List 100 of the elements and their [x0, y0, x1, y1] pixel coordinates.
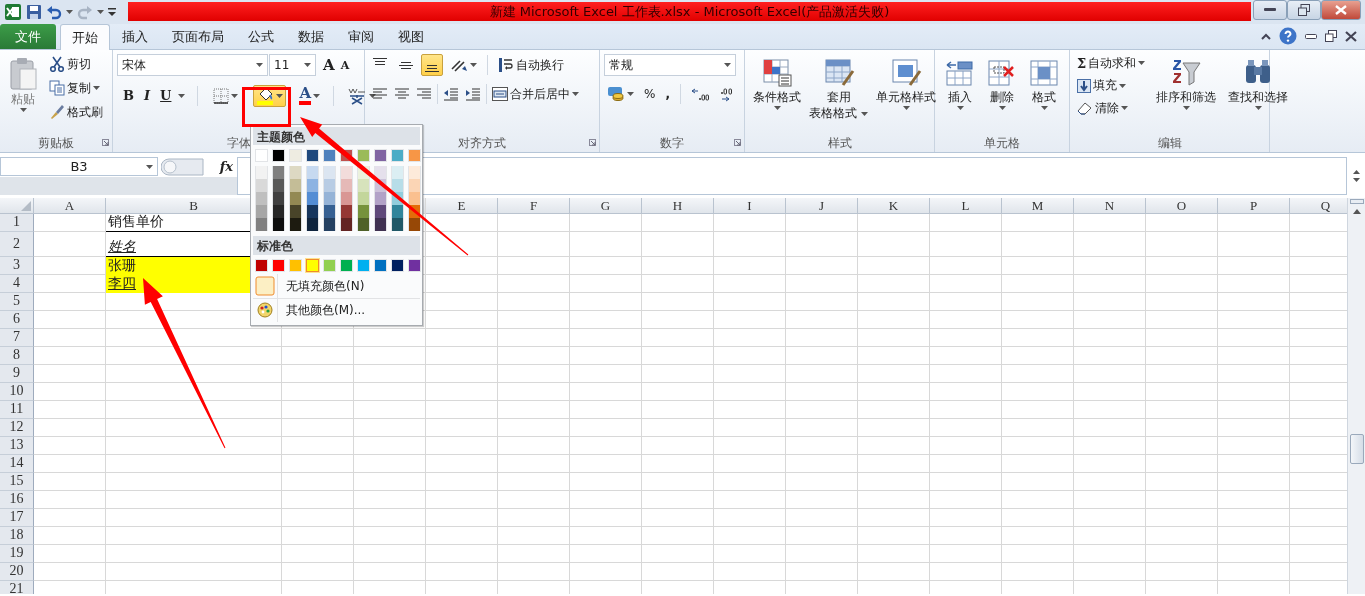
cut-button[interactable]: 剪切 [46, 54, 106, 74]
format-cells-button[interactable]: 格式 [1024, 54, 1064, 134]
column-header[interactable]: A [34, 198, 106, 214]
save-icon[interactable] [26, 4, 42, 20]
ribbon-tab[interactable]: 插入 [110, 24, 160, 49]
bold-button[interactable]: B [120, 87, 137, 104]
paste-button[interactable]: 粘贴 [4, 54, 42, 134]
scroll-up-icon[interactable] [1352, 170, 1360, 174]
cell-styles-button[interactable]: 单元格样式 [872, 54, 940, 134]
caret-icon [902, 106, 910, 110]
align-right-icon [416, 87, 432, 101]
number-format-dropdown[interactable]: 常规 [604, 54, 736, 76]
decrease-font-size-button[interactable]: A [337, 57, 353, 73]
ribbon-tab[interactable]: 视图 [386, 24, 436, 49]
close-button[interactable] [1321, 0, 1361, 20]
column-header[interactable]: I [714, 198, 786, 214]
format-painter-button[interactable]: 格式刷 [46, 102, 106, 122]
row-header[interactable]: 14 [0, 455, 34, 473]
find-button[interactable]: 查找和选择 [1224, 54, 1293, 134]
file-tab[interactable]: 文件 [0, 24, 56, 49]
ribbon-tab[interactable]: 审阅 [336, 24, 386, 49]
sort-button[interactable]: 排序和筛选 [1152, 54, 1221, 134]
row-header[interactable]: 4 [0, 275, 34, 293]
scroll-up-icon[interactable] [1352, 209, 1361, 214]
insert-function-button[interactable]: fx [219, 158, 233, 175]
row-header[interactable]: 8 [0, 347, 34, 365]
close-icon[interactable] [1345, 30, 1357, 42]
row-header[interactable]: 17 [0, 509, 34, 527]
column-header[interactable]: N [1074, 198, 1146, 214]
help-icon[interactable] [1279, 27, 1297, 45]
row-header[interactable]: 2 [0, 232, 34, 257]
minimize-button[interactable] [1253, 0, 1287, 20]
row-header[interactable]: 18 [0, 527, 34, 545]
row-header[interactable]: 6 [0, 311, 34, 329]
row-header[interactable]: 15 [0, 473, 34, 491]
collapse-ribbon-icon[interactable] [1261, 32, 1271, 40]
column-header[interactable]: G [570, 198, 642, 214]
font-size-dropdown[interactable]: 11 [269, 54, 316, 76]
row-header[interactable]: 20 [0, 563, 34, 581]
row-header[interactable]: 3 [0, 257, 34, 275]
ribbon-tab[interactable]: 页面布局 [160, 24, 236, 49]
bottom-align-button[interactable] [421, 54, 443, 76]
scroll-down-icon[interactable] [1352, 178, 1360, 182]
row-header[interactable]: 16 [0, 491, 34, 509]
comma-style-button[interactable]: , [662, 84, 673, 104]
increase-font-size-button[interactable]: A [320, 55, 338, 75]
dialog-launcher-icon[interactable] [589, 139, 596, 146]
undo-icon[interactable] [46, 4, 62, 20]
restore-icon[interactable] [1325, 30, 1337, 42]
dialog-launcher-icon[interactable] [102, 139, 109, 146]
insert-cells-button[interactable]: 插入 [940, 54, 980, 134]
color-swatch[interactable] [306, 258, 319, 272]
italic-button[interactable]: I [141, 87, 154, 104]
fill-color-button[interactable] [253, 84, 287, 107]
row-header[interactable]: 12 [0, 419, 34, 437]
minimize-icon[interactable] [1305, 33, 1317, 39]
column-header[interactable]: L [930, 198, 1002, 214]
row-header[interactable]: 9 [0, 365, 34, 383]
column-header[interactable]: J [786, 198, 858, 214]
scroll-thumb[interactable] [1349, 434, 1364, 464]
row-header[interactable]: 10 [0, 383, 34, 401]
row-header[interactable]: 11 [0, 401, 34, 419]
ribbon-tab[interactable]: 公式 [236, 24, 286, 49]
percent-button[interactable]: % [641, 84, 659, 104]
font-name-dropdown[interactable]: 宋体 [117, 54, 268, 76]
row-header[interactable]: 5 [0, 293, 34, 311]
sum-button[interactable]: Σ 自动求和 [1074, 54, 1149, 73]
underline-button[interactable]: U [157, 87, 175, 104]
column-header[interactable]: M [1002, 198, 1074, 214]
group-label: 对齐方式 [458, 136, 506, 150]
row-header[interactable]: 1 [0, 214, 34, 232]
resize-handle-icon[interactable] [161, 157, 205, 176]
column-header[interactable]: E [426, 198, 498, 214]
ribbon-tab[interactable]: 开始 [60, 24, 110, 50]
dialog-launcher-icon[interactable] [734, 139, 741, 146]
column-header[interactable]: P [1218, 198, 1290, 214]
delete-cells-button[interactable]: 删除 [982, 54, 1022, 134]
restore-button[interactable] [1287, 0, 1321, 20]
format-as-table-button[interactable]: 套用 表格格式 [805, 54, 872, 134]
customize-icon[interactable] [108, 6, 116, 18]
more-colors-item[interactable]: 其他颜色(M)... [253, 297, 420, 322]
row-header[interactable]: 21 [0, 581, 34, 594]
no-fill-item[interactable]: 无填充颜色(N) [253, 273, 420, 298]
font-color-button[interactable]: A [296, 84, 324, 107]
row-header[interactable]: 19 [0, 545, 34, 563]
ribbon-tab[interactable]: 数据 [286, 24, 336, 49]
conditional-formatting-button[interactable]: 条件格式 [749, 54, 805, 134]
row-header[interactable]: 13 [0, 437, 34, 455]
column-header[interactable]: K [858, 198, 930, 214]
row-header[interactable]: 7 [0, 329, 34, 347]
name-box[interactable]: B3 [0, 157, 158, 176]
clear-button[interactable]: 清除 [1074, 98, 1149, 118]
column-header[interactable]: F [498, 198, 570, 214]
coins-icon [607, 86, 625, 102]
wrap-text-button[interactable]: 自动换行 [495, 55, 567, 75]
fill-button[interactable]: 填充 [1074, 76, 1149, 95]
copy-button[interactable]: 复制 [46, 78, 106, 98]
column-header[interactable]: H [642, 198, 714, 214]
column-header[interactable]: O [1146, 198, 1218, 214]
merge-center-button[interactable]: 合并后居中 [489, 84, 582, 104]
